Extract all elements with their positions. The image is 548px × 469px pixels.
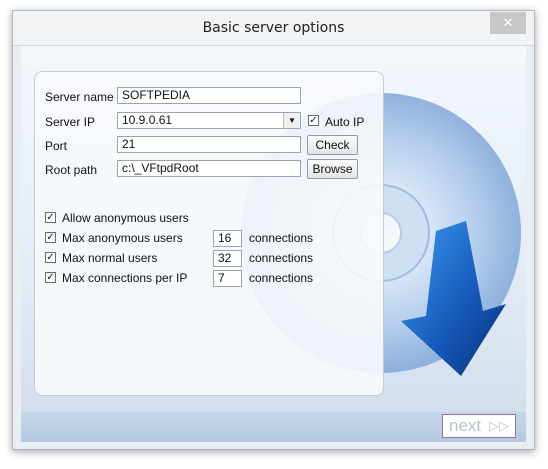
check-button[interactable]: Check <box>307 135 358 155</box>
max-anonymous-checkbox[interactable]: ✓ <box>45 232 56 243</box>
max-per-ip-unit: connections <box>249 271 314 285</box>
dialog-window: Basic server options ✕ Server name SOFTP… <box>12 10 535 450</box>
max-normal-input[interactable]: 32 <box>213 250 242 267</box>
max-anonymous-input[interactable]: 16 <box>213 230 242 247</box>
auto-ip-checkbox[interactable]: ✓ <box>308 115 319 126</box>
root-path-label: Root path <box>45 163 98 177</box>
close-button[interactable]: ✕ <box>490 12 526 34</box>
server-name-label: Server name <box>45 90 114 104</box>
title-bar: Basic server options ✕ <box>13 11 534 46</box>
allow-anonymous-checkbox[interactable]: ✓ <box>45 212 56 223</box>
max-normal-label: Max normal users <box>62 251 158 265</box>
allow-anonymous-label: Allow anonymous users <box>62 211 189 225</box>
next-button[interactable]: next ▷▷ <box>442 414 516 438</box>
max-normal-unit: connections <box>249 251 314 265</box>
max-normal-checkbox[interactable]: ✓ <box>45 252 56 263</box>
double-arrow-right-icon: ▷▷ <box>489 418 509 433</box>
server-ip-value: 10.9.0.61 <box>122 113 173 127</box>
max-per-ip-checkbox[interactable]: ✓ <box>45 272 56 283</box>
server-ip-label: Server IP <box>45 115 96 129</box>
root-path-input[interactable]: c:\_VFtpdRoot <box>117 160 301 177</box>
max-per-ip-input[interactable]: 7 <box>213 270 242 287</box>
max-anonymous-label: Max anonymous users <box>62 231 183 245</box>
max-anonymous-unit: connections <box>249 231 314 245</box>
auto-ip-label: Auto IP <box>325 115 365 129</box>
chevron-down-icon[interactable]: ▼ <box>283 113 300 128</box>
dialog-body: Server name SOFTPEDIA Server IP 10.9.0.6… <box>21 46 526 442</box>
port-input[interactable]: 21 <box>117 136 301 153</box>
port-label: Port <box>45 139 68 153</box>
next-label: next <box>449 416 482 435</box>
close-icon: ✕ <box>502 15 514 30</box>
browse-button[interactable]: Browse <box>307 159 358 179</box>
window-title: Basic server options <box>202 20 345 36</box>
server-name-input[interactable]: SOFTPEDIA <box>117 87 301 104</box>
max-per-ip-label: Max connections per IP <box>62 271 188 285</box>
server-ip-combo[interactable]: 10.9.0.61 ▼ <box>117 112 301 129</box>
options-panel: Server name SOFTPEDIA Server IP 10.9.0.6… <box>34 71 384 396</box>
